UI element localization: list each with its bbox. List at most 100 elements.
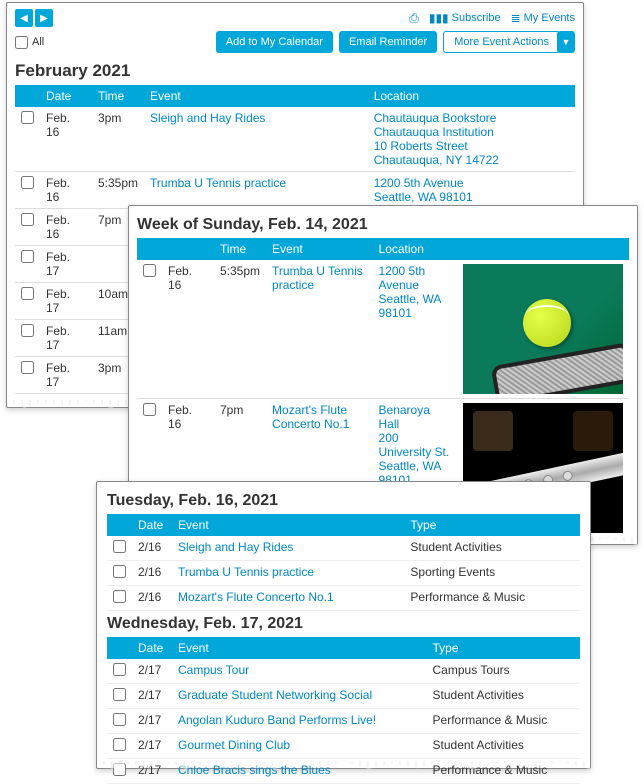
event-link[interactable]: Sleigh and Hay Rides <box>178 540 293 554</box>
col-event: Event <box>266 238 372 260</box>
row-checkbox[interactable] <box>21 250 34 263</box>
col-time: Time <box>214 238 266 260</box>
col-type: Type <box>427 637 580 659</box>
row-checkbox[interactable] <box>143 264 156 277</box>
row-type: Student Activities <box>427 684 580 709</box>
row-checkbox[interactable] <box>21 287 34 300</box>
location-line[interactable]: Chautauqua Bookstore <box>374 111 569 125</box>
day-heading: Tuesday, Feb. 16, 2021 <box>107 492 580 510</box>
row-date: 2/17 <box>132 734 172 759</box>
row-date: 2/16 <box>132 561 172 586</box>
select-all-checkbox[interactable] <box>15 36 28 49</box>
row-checkbox[interactable] <box>21 111 34 124</box>
table-row: 2/17 Graduate Student Networking Social St… <box>107 684 580 709</box>
my-events-link[interactable]: ≣My Events <box>511 11 575 25</box>
day-heading: Wednesday, Feb. 17, 2021 <box>107 615 580 633</box>
table-row: 2/16Trumba U Tennis practiceSporting Eve… <box>107 561 580 586</box>
row-checkbox[interactable] <box>143 403 156 416</box>
location-line[interactable]: Chautauqua Institution <box>374 125 569 139</box>
print-link[interactable]: ⎙ <box>409 11 419 26</box>
location-line[interactable]: 10 Roberts Street <box>374 139 569 153</box>
row-date: Feb. 17 <box>40 246 92 283</box>
subscribe-link[interactable]: ▮▮▮Subscribe <box>429 11 501 25</box>
table-row: 2/17 Gourmet Dining Club Student Activitie… <box>107 734 580 759</box>
row-type: Performance & Music <box>427 709 580 734</box>
row-checkbox[interactable] <box>21 361 34 374</box>
row-checkbox[interactable] <box>113 688 126 701</box>
row-checkbox[interactable] <box>113 738 126 751</box>
col-date: Date <box>132 514 172 536</box>
row-date: Feb. 17 <box>40 357 92 394</box>
event-link[interactable]: Angolan Kuduro Band Performs Live! <box>178 713 376 727</box>
table-row: 2/16Mozart's Flute Concerto No.1Performa… <box>107 586 580 611</box>
row-checkbox[interactable] <box>113 663 126 676</box>
row-date: Feb. 17 <box>40 320 92 357</box>
event-link[interactable]: Trumba U Tennis practice <box>272 264 363 292</box>
row-time: 3pm <box>92 107 144 172</box>
col-event: Event <box>172 514 404 536</box>
event-link[interactable]: Sleigh and Hay Rides <box>150 111 265 125</box>
subscribe-label: Subscribe <box>452 12 501 24</box>
event-link[interactable]: Campus Tour <box>178 663 249 677</box>
row-date: 2/17 <box>132 709 172 734</box>
row-date: 2/16 <box>132 536 172 561</box>
row-type: Performance & Music <box>404 586 580 611</box>
row-checkbox[interactable] <box>113 713 126 726</box>
col-location: Location <box>368 85 575 107</box>
row-checkbox[interactable] <box>113 565 126 578</box>
table-row: Feb. 165:35pmTrumba U Tennis practice120… <box>137 260 629 399</box>
location-line[interactable]: 1200 5th Avenue <box>374 176 569 190</box>
event-link[interactable]: Trumba U Tennis practice <box>178 565 314 579</box>
toolbar: ◀ ▶ ⎙ ▮▮▮Subscribe ≣My Events <box>15 9 575 27</box>
col-location: Location <box>373 238 457 260</box>
row-time: 5:35pm <box>92 172 144 209</box>
row-type: Student Activities <box>427 734 580 759</box>
my-events-label: My Events <box>524 12 575 24</box>
select-all-label: All <box>32 36 44 48</box>
row-date: Feb. 17 <box>40 283 92 320</box>
col-date: Date <box>40 85 92 107</box>
next-button[interactable]: ▶ <box>35 9 53 27</box>
list-icon: ≣ <box>511 11 521 25</box>
month-heading: February 2021 <box>15 61 575 81</box>
location-line[interactable]: Seattle, WA 98101 <box>374 190 569 204</box>
row-checkbox[interactable] <box>21 324 34 337</box>
table-row: Feb. 163pm Sleigh and Hay Rides Chautauqua… <box>15 107 575 172</box>
day-events-table: DateEventType2/16Sleigh and Hay RidesStu… <box>107 514 580 611</box>
row-type: Campus Tours <box>427 659 580 684</box>
event-link[interactable]: Mozart's Flute Concerto No.1 <box>272 403 349 431</box>
location-line[interactable]: 200 University St. <box>379 431 451 459</box>
row-checkbox[interactable] <box>113 540 126 553</box>
event-thumbnail[interactable] <box>463 264 623 394</box>
row-checkbox[interactable] <box>21 213 34 226</box>
event-link[interactable]: Gourmet Dining Club <box>178 738 290 752</box>
event-link[interactable]: Trumba U Tennis practice <box>150 176 286 190</box>
row-checkbox[interactable] <box>21 176 34 189</box>
row-date: 2/17 <box>132 684 172 709</box>
bars-icon: ▮▮▮ <box>429 11 449 25</box>
location-line[interactable]: Chautauqua, NY 14722 <box>374 153 569 167</box>
location-line[interactable]: Benaroya Hall <box>379 403 451 431</box>
row-date: 2/17 <box>132 659 172 684</box>
event-link[interactable]: Graduate Student Networking Social <box>178 688 372 702</box>
add-to-calendar-button[interactable]: Add to My Calendar <box>216 31 333 53</box>
col-event: Event <box>172 637 427 659</box>
print-icon: ⎙ <box>409 11 419 26</box>
location-line[interactable]: Seattle, WA 98101 <box>379 292 451 320</box>
table-row: 2/17 Angolan Kuduro Band Performs Live! Pe… <box>107 709 580 734</box>
email-reminder-button[interactable]: Email Reminder <box>339 31 437 53</box>
row-date: Feb. 16 <box>40 172 92 209</box>
prev-button[interactable]: ◀ <box>15 9 33 27</box>
more-actions-button[interactable]: More Event Actions <box>443 31 560 53</box>
week-heading: Week of Sunday, Feb. 14, 2021 <box>137 216 629 234</box>
event-link[interactable]: Mozart's Flute Concerto No.1 <box>178 590 334 604</box>
row-date: Feb. 16 <box>40 107 92 172</box>
more-actions-caret[interactable]: ▼ <box>557 31 575 53</box>
select-all[interactable]: All <box>15 36 44 49</box>
col-time: Time <box>92 85 144 107</box>
row-date: Feb. 16 <box>40 209 92 246</box>
col-event: Event <box>144 85 368 107</box>
location-line[interactable]: 1200 5th Avenue <box>379 264 451 292</box>
row-time: 5:35pm <box>214 260 266 399</box>
row-checkbox[interactable] <box>113 590 126 603</box>
